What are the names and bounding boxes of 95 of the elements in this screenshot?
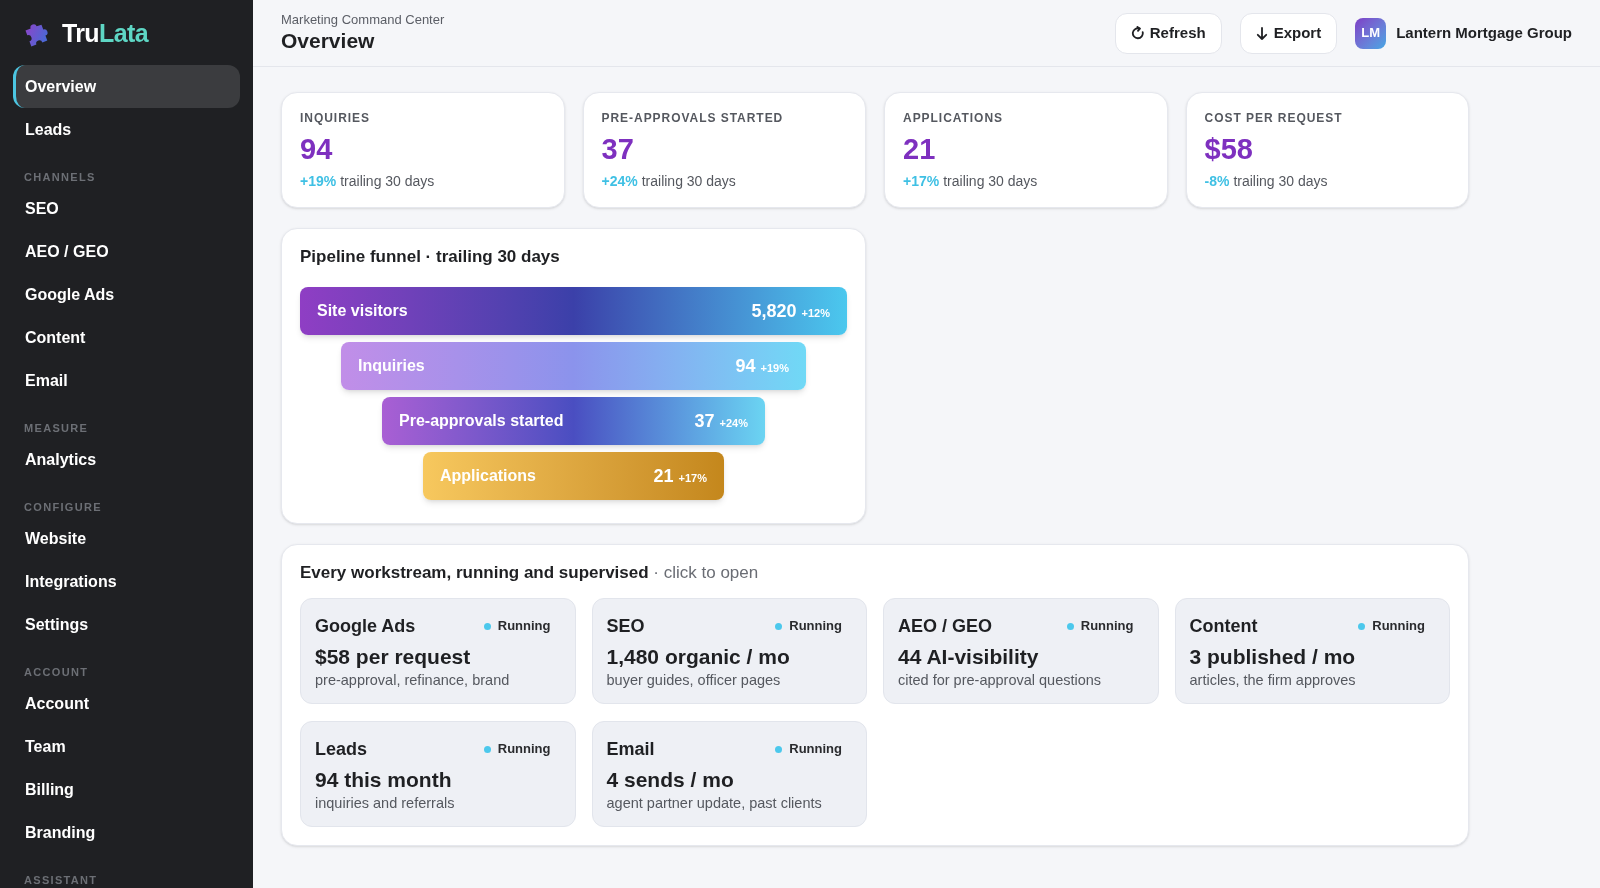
stage-change: +12% [801,305,830,321]
stage-label: Pre-approvals started [399,411,564,431]
workstream-name: Email [606,738,655,761]
kpi-change: -8% [1204,172,1230,191]
kpi-period: trailing 30 days [641,172,736,191]
refresh-button[interactable]: Refresh [1114,12,1222,54]
workstream-name: Google Ads [315,615,416,638]
workstream-card[interactable]: SEO Running 1,480 organic / mo buyer guides, officer pages [591,598,867,704]
kpi-label: COST PER REQUEST [1204,111,1343,125]
status-dot-icon [1358,622,1366,630]
workstream-metric: 4 sends / mo [606,767,734,793]
workstream-detail: buyer guides, officer pages [606,671,781,690]
workstream-metric: 3 published / mo [1189,644,1356,670]
section-heading: ACCOUNT [23,665,90,680]
workstream-detail: agent partner update, past clients [606,794,822,813]
refresh-icon [1130,26,1144,40]
kpi-label: PRE-APPROVALS STARTED [601,111,784,125]
status-label: Running [497,740,551,759]
workstream-metric: 94 this month [315,767,452,793]
nav-item[interactable]: Billing [13,768,240,811]
kpi-label: INQUIRIES [300,111,370,125]
nav-item[interactable]: Branding [13,811,240,854]
workstream-name: AEO / GEO [898,615,993,638]
workstream-card[interactable]: Content Running 3 published / mo articles, the firm approves [1174,598,1450,704]
kpi-value: $58 [1204,133,1253,165]
stage-value: 94 [735,354,756,378]
section-heading: CHANNELS [23,170,97,185]
kpi-label: APPLICATIONS [903,111,1003,125]
workstream-card[interactable]: Email Running 4 sends / mo agent partner update, past clients [591,721,867,827]
kpi-period: trailing 30 days [1233,172,1328,191]
nav-item[interactable]: Leads [13,108,240,151]
kpi-change: +19% [300,172,337,191]
kpi-period: trailing 30 days [943,172,1038,191]
nav-item[interactable]: Integrations [13,560,240,603]
workstream-card[interactable]: AEO / GEO Running 44 AI-visibility cited for pre-approval questions [883,598,1159,704]
funnel-title: Pipeline funnel · trailing 30 days [300,246,561,268]
workstream-detail: cited for pre-approval questions [898,671,1102,690]
stage-change: +19% [760,360,789,376]
status-dot-icon [483,622,491,630]
section-heading: MEASURE [23,421,90,436]
status-label: Running [1080,617,1134,636]
workstream-name: SEO [606,615,645,638]
nav-item[interactable]: Google Ads [13,273,240,316]
workstream-card[interactable]: Leads Running 94 this month inquiries and referrals [300,721,576,827]
stage-value: 37 [694,409,715,433]
status-label: Running [789,740,842,759]
workstream-metric: 44 AI-visibility [898,644,1039,670]
nav-item[interactable]: Website [13,517,240,560]
kpi-change: +24% [601,172,638,191]
kpi-value: 21 [903,133,936,165]
workstream-detail: articles, the firm approves [1189,671,1356,690]
kpi-period: trailing 30 days [340,172,435,191]
workstream-detail: inquiries and referrals [315,794,455,813]
nav-item[interactable]: Settings [13,603,240,646]
nav-item[interactable]: Account [13,682,240,725]
stage-change: +17% [678,470,707,486]
status-dot-icon [483,745,491,753]
nav-item[interactable]: SEO [13,187,240,230]
nav-item[interactable]: Email [13,359,240,402]
nav-item[interactable]: Content [13,316,240,359]
avatar: LM [1355,17,1387,49]
stage-label: Inquiries [358,356,425,376]
stage-change: +24% [719,415,748,431]
down-arrow-icon [1255,26,1268,40]
kpi-value: 94 [300,133,333,165]
workstream-name: Content [1189,615,1258,638]
stage-label: Site visitors [317,301,408,321]
workstreams-title: Every workstream, running and supervised · click to open [300,562,760,584]
page-subtitle: Marketing Command Center [281,12,445,28]
nav-item[interactable]: AEO / GEO [13,230,240,273]
workstream-metric: 1,480 organic / mo [606,644,790,670]
status-label: Running [497,617,551,636]
nav-item[interactable]: Overview [13,65,240,108]
export-button[interactable]: Export [1239,12,1338,54]
brand-name: TruLata [62,17,148,48]
kpi-change: +17% [903,172,940,191]
workstream-detail: pre-approval, refinance, brand [315,671,510,690]
stage-value: 21 [653,464,674,488]
workstream-name: Leads [315,738,368,761]
nav-item[interactable]: Analytics [13,438,240,481]
workstream-metric: $58 per request [315,644,471,670]
status-dot-icon [775,745,783,753]
stage-label: Applications [440,466,536,486]
status-label: Running [1372,617,1425,636]
status-dot-icon [1066,622,1074,630]
stage-value: 5,820 [751,299,797,323]
section-heading: CONFIGURE [23,500,103,515]
status-label: Running [789,617,842,636]
workstream-card[interactable]: Google Ads Running $58 per request pre-approval, refinance, brand [300,598,576,704]
status-dot-icon [775,622,783,630]
nav-item[interactable]: Team [13,725,240,768]
section-heading: ASSISTANT [23,873,99,888]
page-title: Overview [281,28,375,54]
account-name[interactable]: Lantern Mortgage Group [1396,21,1572,45]
kpi-value: 37 [601,133,634,165]
